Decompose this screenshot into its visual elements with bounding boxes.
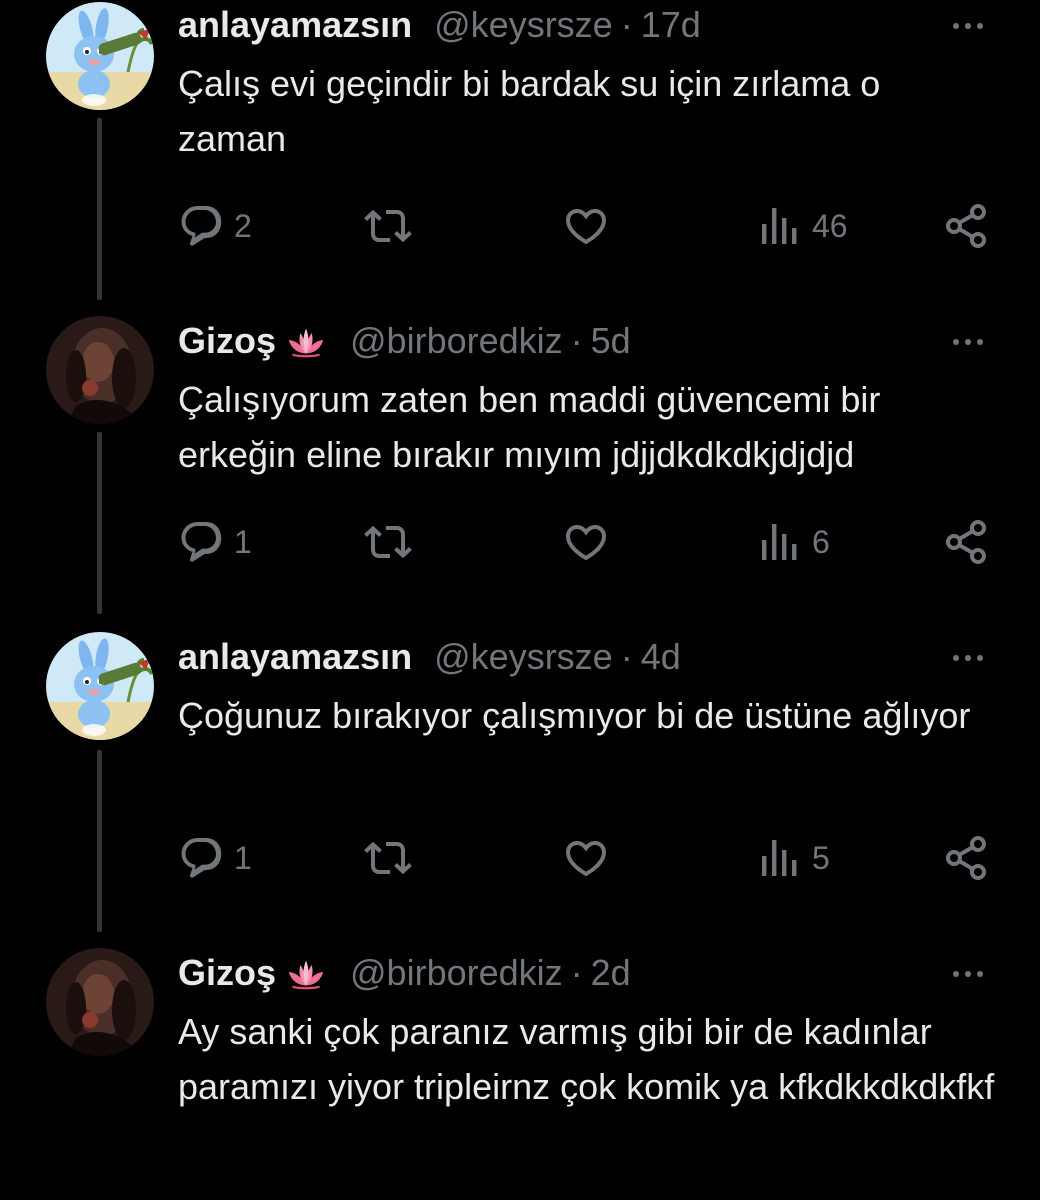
share-icon [946, 836, 986, 880]
reply-button[interactable]: 2 [178, 196, 252, 256]
view-count: 46 [812, 207, 848, 244]
more-options-button[interactable] [944, 640, 992, 676]
handle[interactable]: @keysrsze [434, 4, 613, 46]
reply-icon [181, 206, 222, 246]
avatar[interactable] [46, 2, 154, 110]
timestamp[interactable]: 5d [591, 320, 631, 362]
tweet-text: Çalış evi geçindir bi bardak su için zır… [178, 63, 881, 159]
name-emoji [280, 324, 332, 358]
more-icon [953, 23, 983, 29]
more-icon [953, 339, 983, 345]
separator: · [620, 636, 633, 677]
tweet-header: anlayamazsın @keysrsze · 17d [178, 0, 701, 50]
separator: · [570, 320, 583, 361]
bunny-avatar-icon [46, 632, 154, 740]
like-button[interactable] [562, 828, 618, 888]
bunny-avatar-icon [46, 2, 154, 110]
views-icon [762, 208, 797, 244]
dark-photo-avatar-icon [46, 948, 154, 1056]
lotus-emoji-icon [287, 959, 325, 990]
tweet-header: Gizoş @birboredkiz · 2d [178, 948, 631, 998]
reply-icon [181, 838, 222, 878]
thread-line [97, 432, 102, 614]
share-icon [946, 204, 986, 248]
like-icon [565, 525, 607, 561]
reply-count: 1 [234, 839, 252, 876]
reply-button[interactable]: 1 [178, 828, 252, 888]
repost-icon [364, 525, 412, 559]
like-icon [565, 841, 607, 877]
like-button[interactable] [562, 196, 618, 256]
repost-icon [364, 841, 412, 875]
timestamp[interactable]: 17d [641, 4, 701, 46]
action-bar: 1 6 [178, 512, 998, 572]
share-button[interactable] [942, 828, 990, 888]
more-options-button[interactable] [944, 324, 992, 360]
action-bar: 2 46 [178, 196, 998, 256]
views-button[interactable]: 46 [756, 196, 848, 256]
view-count: 5 [812, 839, 830, 876]
repost-button[interactable] [364, 196, 420, 256]
tweet-text: Çoğunuz bırakıyor çalışmıyor bi de üstün… [178, 695, 971, 736]
handle[interactable]: @birboredkiz [350, 320, 563, 362]
view-count: 6 [812, 523, 830, 560]
like-icon [565, 209, 607, 245]
views-button[interactable]: 6 [756, 512, 830, 572]
tweet-header: anlayamazsın @keysrsze · 4d [178, 632, 681, 682]
share-icon [946, 520, 986, 564]
avatar[interactable] [46, 316, 154, 424]
action-bar: 1 5 [178, 828, 998, 888]
thread-line [97, 750, 102, 932]
views-icon [762, 840, 797, 876]
reply-icon [181, 522, 222, 562]
thread-line [97, 118, 102, 300]
share-button[interactable] [942, 512, 990, 572]
handle[interactable]: @keysrsze [434, 636, 613, 678]
more-icon [953, 655, 983, 661]
display-name[interactable]: Gizoş [178, 952, 276, 994]
name-emoji [280, 956, 332, 990]
display-name[interactable]: Gizoş [178, 320, 276, 362]
reply-count: 1 [234, 523, 252, 560]
tweet-text: Ay sanki çok paranız varmış gibi bir de … [178, 1011, 995, 1107]
more-options-button[interactable] [944, 8, 992, 44]
timestamp[interactable]: 2d [591, 952, 631, 994]
views-button[interactable]: 5 [756, 828, 830, 888]
avatar[interactable] [46, 948, 154, 1056]
handle[interactable]: @birboredkiz [350, 952, 563, 994]
display-name[interactable]: anlayamazsın [178, 4, 412, 46]
repost-button[interactable] [364, 512, 420, 572]
repost-button[interactable] [364, 828, 420, 888]
views-icon [762, 524, 797, 560]
avatar[interactable] [46, 632, 154, 740]
share-button[interactable] [942, 196, 990, 256]
timestamp[interactable]: 4d [641, 636, 681, 678]
dark-photo-avatar-icon [46, 316, 154, 424]
more-icon [953, 971, 983, 977]
separator: · [620, 4, 633, 45]
reply-button[interactable]: 1 [178, 512, 252, 572]
repost-icon [364, 209, 412, 243]
tweet-header: Gizoş @birboredkiz · 5d [178, 316, 631, 366]
more-options-button[interactable] [944, 956, 992, 992]
like-button[interactable] [562, 512, 618, 572]
tweet-text: Çalışıyorum zaten ben maddi güvencemi bi… [178, 379, 881, 475]
separator: · [570, 952, 583, 993]
lotus-emoji-icon [287, 327, 325, 358]
reply-count: 2 [234, 207, 252, 244]
display-name[interactable]: anlayamazsın [178, 636, 412, 678]
